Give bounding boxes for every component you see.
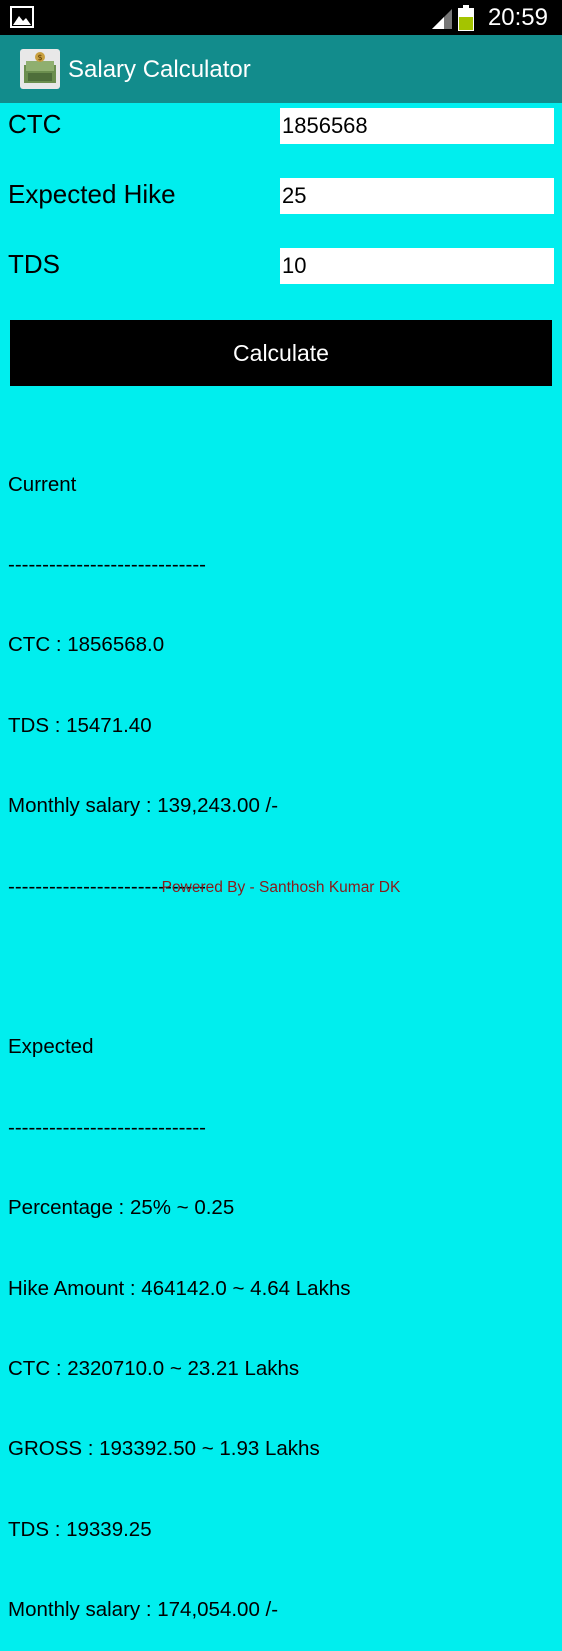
current-monthly-salary: Monthly salary : 139,243.00 /- [8,794,279,818]
tds-row: TDS [0,244,562,288]
results-text: Current ----------------------------- CT… [8,418,548,1651]
calculate-button[interactable]: Calculate [10,320,552,386]
expected-percentage: Percentage : 25% ~ 0.25 [8,1196,235,1220]
hike-label: Expected Hike [8,179,176,209]
hike-row: Expected Hike [0,174,562,218]
footer-credit: Powered By - Santhosh Kumar DK [161,879,401,896]
expected-separator: ----------------------------- [8,1115,206,1139]
battery-icon [458,5,474,31]
hike-input[interactable] [280,178,554,214]
current-separator-top: ----------------------------- [8,552,206,576]
status-bar: 20:59 [0,0,562,35]
status-time: 20:59 [487,4,548,31]
current-heading: Current [8,472,77,496]
svg-text:$: $ [37,53,42,62]
current-tds: TDS : 15471.40 [8,713,152,737]
ctc-row: CTC [0,104,562,148]
tds-input[interactable] [280,248,554,284]
ctc-label: CTC [8,109,62,139]
ctc-input[interactable] [280,108,554,144]
expected-monthly-salary: Monthly salary : 174,054.00 /- [8,1598,279,1622]
tds-label: TDS [8,249,60,279]
current-ctc: CTC : 1856568.0 [8,633,165,657]
signal-icon [432,9,452,29]
expected-tds: TDS : 19339.25 [8,1517,152,1541]
action-bar: $ Salary Calculator [0,35,562,103]
money-icon[interactable]: $ [20,49,60,89]
expected-gross: GROSS : 193392.50 ~ 1.93 Lakhs [8,1437,320,1461]
expected-ctc: CTC : 2320710.0 ~ 23.21 Lakhs [8,1356,300,1380]
app-title: Salary Calculator [68,56,251,83]
expected-heading: Expected [8,1035,94,1059]
expected-hike-amount: Hike Amount : 464142.0 ~ 4.64 Lakhs [8,1276,351,1300]
image-icon [10,6,34,28]
